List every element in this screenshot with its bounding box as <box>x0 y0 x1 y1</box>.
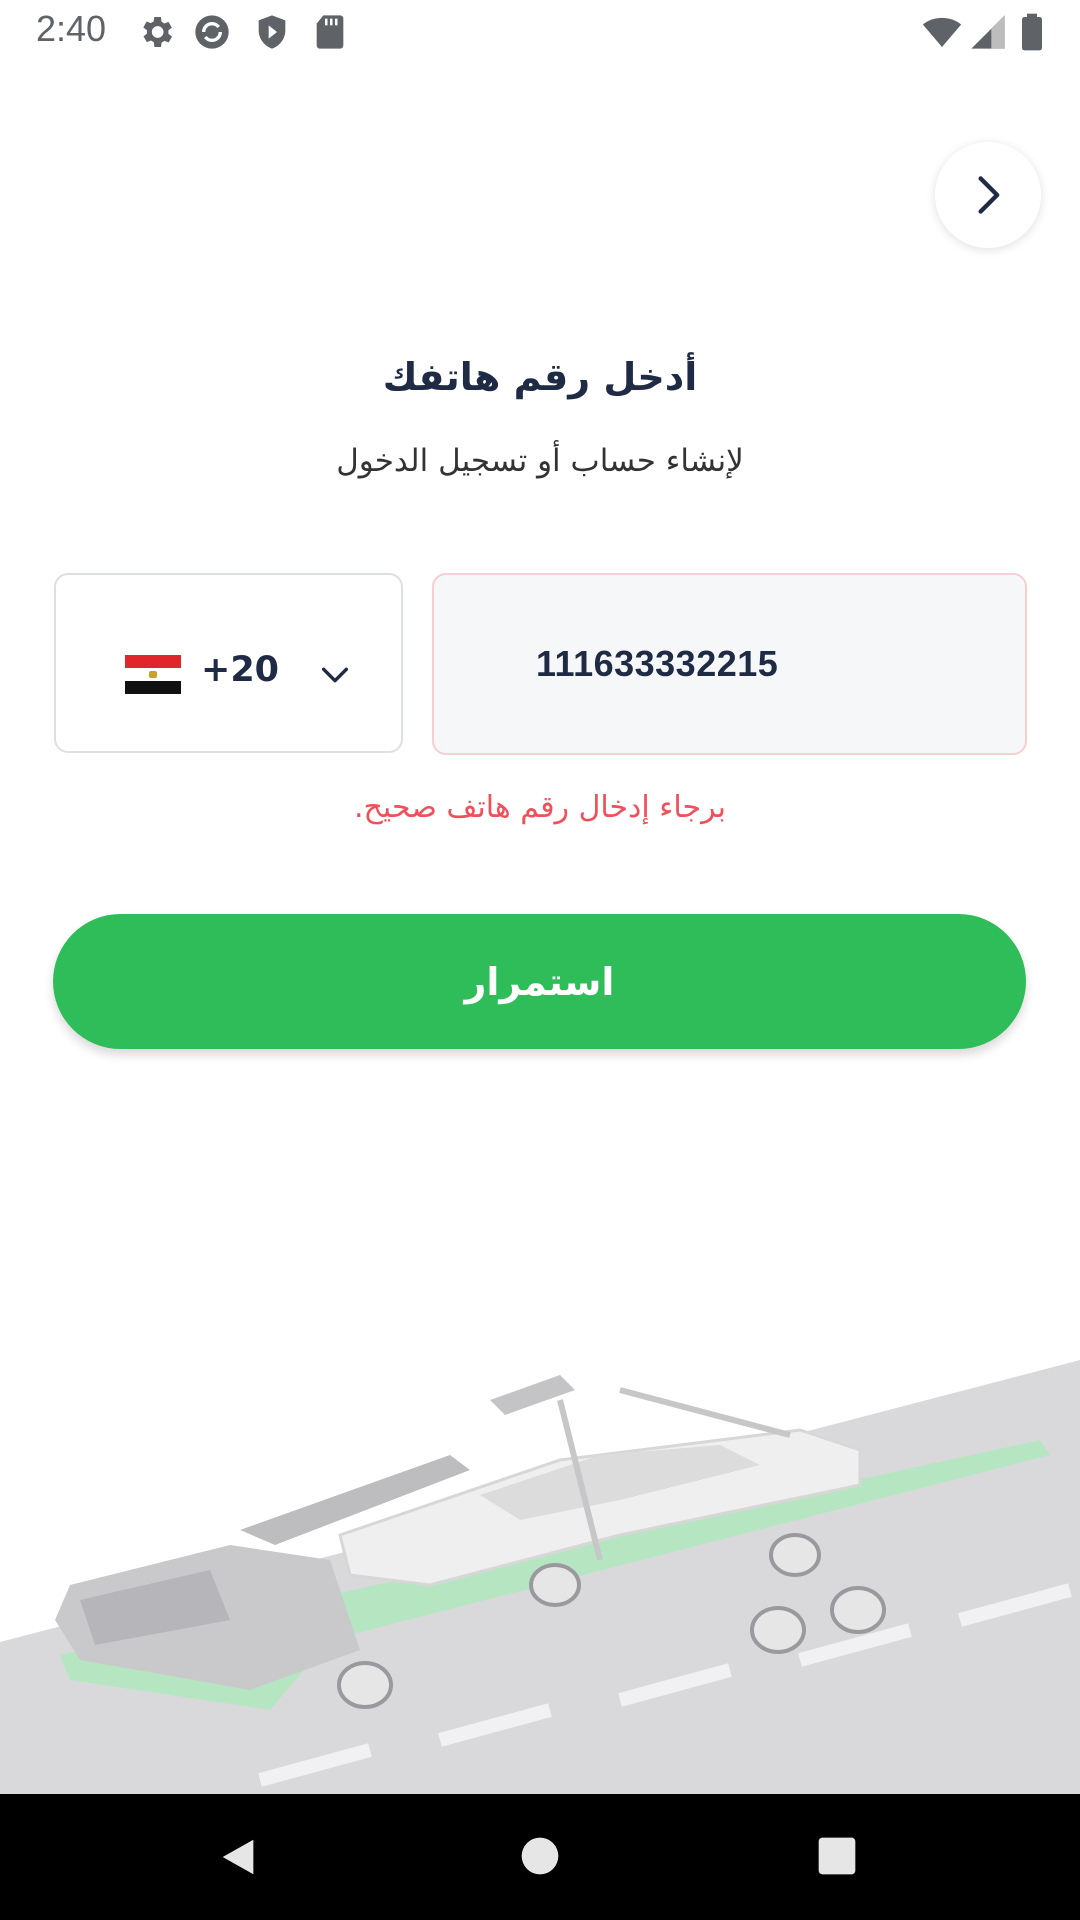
sd-card-icon <box>316 15 344 49</box>
phone-input[interactable]: 111633332215 <box>432 573 1027 755</box>
wifi-icon <box>922 17 962 47</box>
shield-play-icon <box>258 15 286 49</box>
continue-button-label: استمرار <box>464 959 615 1004</box>
page-title: أدخل رقم هاتفك <box>382 355 698 399</box>
status-bar: 2:40 <box>0 0 1080 62</box>
error-message: برجاء إدخال رقم هاتف صحيح. <box>354 790 726 825</box>
tow-truck-illustration <box>0 1360 1080 1794</box>
chevron-down-icon <box>321 667 349 683</box>
home-icon[interactable] <box>518 1834 562 1878</box>
chevron-right-icon <box>978 176 1000 214</box>
battery-icon <box>1022 13 1042 51</box>
cell-signal-icon <box>971 15 1005 49</box>
settings-icon <box>143 17 172 47</box>
status-time: 2:40 <box>36 8 107 49</box>
country-code: +20 <box>201 650 280 690</box>
back-button[interactable] <box>935 142 1041 248</box>
phone-input-value: 111633332215 <box>536 643 779 684</box>
back-icon[interactable] <box>215 1834 261 1880</box>
recents-icon[interactable] <box>815 1834 859 1878</box>
sync-icon <box>195 15 229 49</box>
country-code-selector[interactable]: +20 <box>54 573 403 753</box>
page-subtitle: لإنشاء حساب أو تسجيل الدخول <box>336 443 744 479</box>
system-nav-bar <box>0 1794 1080 1920</box>
continue-button[interactable]: استمرار <box>53 914 1026 1049</box>
egypt-flag-icon <box>125 655 181 694</box>
